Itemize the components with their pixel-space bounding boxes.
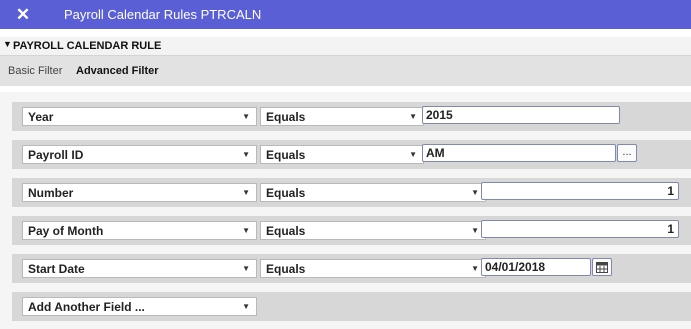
calendar-icon	[596, 262, 608, 273]
start-date-value: 04/01/2018	[485, 260, 546, 274]
operator-select-payroll-id[interactable]: Equals ▼	[260, 145, 424, 164]
field-select-number[interactable]: Number ▼	[22, 183, 257, 202]
dropdown-arrow-icon: ▼	[409, 150, 417, 159]
dropdown-arrow-icon: ▼	[242, 226, 250, 235]
collapse-triangle-icon[interactable]: ▼	[3, 39, 12, 49]
tab-advanced-filter[interactable]: Advanced Filter	[76, 65, 159, 77]
operator-select-pay-of-month[interactable]: Equals ▼	[260, 221, 486, 240]
dropdown-arrow-icon: ▼	[242, 188, 250, 197]
start-date-value-input[interactable]: 04/01/2018	[481, 258, 591, 276]
operator-label: Equals	[266, 148, 306, 162]
payroll-id-value-input[interactable]: AM	[422, 144, 616, 162]
operator-label: Equals	[266, 186, 306, 200]
operator-label: Equals	[266, 110, 306, 124]
field-select-pay-of-month[interactable]: Pay of Month ▼	[22, 221, 257, 240]
field-select-label: Payroll ID	[28, 148, 84, 162]
year-value-input[interactable]: 2015	[422, 106, 620, 124]
tab-basic-filter[interactable]: Basic Filter	[8, 65, 62, 77]
filter-row-payroll-id: Payroll ID ▼ Equals ▼ AM ...	[12, 140, 691, 169]
section-header: ▼ PAYROLL CALENDAR RULE	[0, 37, 691, 56]
advanced-filter-panel: Year ▼ Equals ▼ 2015 Payroll ID ▼ Equals…	[0, 92, 691, 329]
window-title: Payroll Calendar Rules PTRCALN	[64, 7, 262, 22]
field-select-label: Pay of Month	[28, 224, 104, 238]
field-select-label: Number	[28, 186, 74, 200]
operator-label: Equals	[266, 224, 306, 238]
filter-tab-bar: Basic Filter Advanced Filter	[0, 56, 691, 86]
number-value: 1	[667, 184, 674, 198]
add-field-label: Add Another Field ...	[28, 300, 145, 314]
close-icon: ✕	[15, 4, 31, 24]
dropdown-arrow-icon: ▼	[409, 112, 417, 121]
pay-of-month-value-input[interactable]: 1	[481, 220, 679, 238]
close-button[interactable]: ✕	[0, 0, 46, 29]
operator-select-number[interactable]: Equals ▼	[260, 183, 486, 202]
payroll-id-lookup-button[interactable]: ...	[617, 144, 637, 162]
field-select-label: Year	[28, 110, 54, 124]
field-select-year[interactable]: Year ▼	[22, 107, 257, 126]
dropdown-arrow-icon: ▼	[242, 112, 250, 121]
title-bar: ✕ Payroll Calendar Rules PTRCALN	[0, 0, 691, 29]
dropdown-arrow-icon: ▼	[242, 264, 250, 273]
payroll-id-value: AM	[426, 146, 445, 160]
dropdown-arrow-icon: ▼	[471, 264, 479, 273]
pay-of-month-value: 1	[667, 222, 674, 236]
filter-row-add-field: Add Another Field ... ▼	[12, 292, 691, 321]
add-another-field-select[interactable]: Add Another Field ... ▼	[22, 297, 257, 316]
filter-row-start-date: Start Date ▼ Equals ▼ 04/01/2018	[12, 254, 691, 283]
operator-select-start-date[interactable]: Equals ▼	[260, 259, 486, 278]
ellipsis-lookup-icon: ...	[622, 146, 632, 158]
field-select-label: Start Date	[28, 262, 85, 276]
year-value: 2015	[426, 108, 453, 122]
dropdown-arrow-icon: ▼	[471, 226, 479, 235]
operator-select-year[interactable]: Equals ▼	[260, 107, 424, 126]
calendar-picker-button[interactable]	[592, 258, 612, 276]
field-select-payroll-id[interactable]: Payroll ID ▼	[22, 145, 257, 164]
dropdown-arrow-icon: ▼	[242, 302, 250, 311]
filter-row-year: Year ▼ Equals ▼ 2015	[12, 102, 691, 131]
operator-label: Equals	[266, 262, 306, 276]
dropdown-arrow-icon: ▼	[471, 188, 479, 197]
number-value-input[interactable]: 1	[481, 182, 679, 200]
filter-row-pay-of-month: Pay of Month ▼ Equals ▼ 1	[12, 216, 691, 245]
dropdown-arrow-icon: ▼	[242, 150, 250, 159]
field-select-start-date[interactable]: Start Date ▼	[22, 259, 257, 278]
section-title: PAYROLL CALENDAR RULE	[13, 40, 162, 52]
filter-row-number: Number ▼ Equals ▼ 1	[12, 178, 691, 207]
